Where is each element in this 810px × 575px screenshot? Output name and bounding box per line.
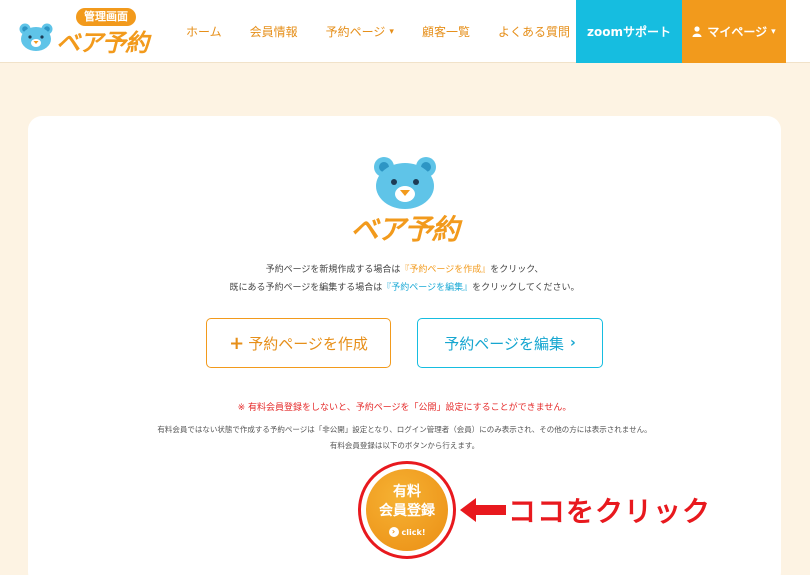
- chevron-right-icon: ›: [388, 527, 399, 537]
- arrow-left-icon: [460, 498, 506, 522]
- nav-item-home[interactable]: ホーム: [172, 0, 236, 63]
- nav-label: 予約ページ: [325, 25, 386, 39]
- intro-highlight-edit: 『予約ページを編集』: [382, 283, 473, 293]
- edit-button-label: 予約ページを編集: [444, 334, 564, 353]
- user-icon: [692, 26, 702, 37]
- zoom-support-button[interactable]: zoomサポート: [576, 0, 682, 63]
- site-header: 管理画面 ベア予約 ホーム 会員情報 予約ページ ▾ 顧客一覧 よくある質問 z…: [0, 0, 810, 63]
- logo[interactable]: 管理画面 ベア予約: [18, 6, 158, 58]
- nav-item-customers[interactable]: 顧客一覧: [408, 0, 484, 63]
- note-line-2: 有料会員登録は以下のボタンから行えます。: [329, 441, 480, 450]
- click-here-annotation: ココをクリック: [508, 495, 712, 528]
- highlight-circle: 有料 会員登録 › click!: [358, 461, 456, 559]
- intro-line-1: 予約ページを新規作成する場合は『予約ページを作成』をクリック、: [28, 262, 781, 275]
- note-line-1: 有料会員ではない状態で作成する予約ページは「非公開」設定となり、ログイン管理者（…: [157, 425, 652, 434]
- chevron-right-icon: ›: [569, 335, 576, 351]
- nav-label: よくある質問: [497, 25, 570, 39]
- click-text: click!: [401, 527, 426, 537]
- intro-highlight-create: 『予約ページを作成』: [400, 265, 491, 275]
- chevron-down-icon: ▾: [771, 26, 776, 37]
- nav-label: ホーム: [186, 25, 222, 39]
- register-line-2: 会員登録: [379, 503, 435, 519]
- bear-icon: [19, 23, 53, 51]
- intro-text: 予約ページを新規作成する場合は: [265, 265, 401, 275]
- register-click-label: › click!: [366, 527, 448, 537]
- logo-text: ベア予約: [56, 29, 149, 57]
- register-line-1: 有料: [393, 484, 421, 500]
- edit-reservation-page-button[interactable]: 予約ページを編集 ›: [417, 318, 603, 368]
- main-nav: ホーム 会員情報 予約ページ ▾ 顧客一覧 よくある質問: [172, 0, 584, 63]
- chevron-down-icon: ▾: [389, 26, 394, 37]
- paid-warning: ※ 有料会員登録をしないと、予約ページを「公開」設定にすることができません。: [237, 403, 572, 413]
- paid-registration-button[interactable]: 有料 会員登録 › click!: [366, 469, 448, 551]
- create-reservation-page-button[interactable]: + 予約ページを作成: [206, 318, 391, 368]
- mypage-label: マイページ: [707, 25, 768, 39]
- create-button-label: 予約ページを作成: [248, 334, 368, 353]
- plus-icon: +: [229, 332, 245, 354]
- intro-text: 既にある予約ページを編集する場合は: [229, 283, 383, 293]
- brand-logo-text: ベア予約: [350, 213, 459, 246]
- mypage-button[interactable]: マイページ ▾: [682, 0, 786, 63]
- nav-item-member-info[interactable]: 会員情報: [236, 0, 312, 63]
- intro-text: をクリック、: [490, 265, 544, 275]
- nav-item-faq[interactable]: よくある質問: [484, 0, 584, 63]
- nav-item-reservation-page[interactable]: 予約ページ ▾: [312, 0, 408, 63]
- intro-text: をクリックしてください。: [472, 283, 580, 293]
- main-card: ベア予約 予約ページを新規作成する場合は『予約ページを作成』をクリック、 既にあ…: [28, 116, 781, 575]
- bear-logo-icon: [374, 157, 436, 209]
- intro-line-2: 既にある予約ページを編集する場合は『予約ページを編集』をクリックしてください。: [28, 280, 781, 293]
- nav-label: 顧客一覧: [421, 25, 470, 39]
- nav-label: 会員情報: [249, 25, 298, 39]
